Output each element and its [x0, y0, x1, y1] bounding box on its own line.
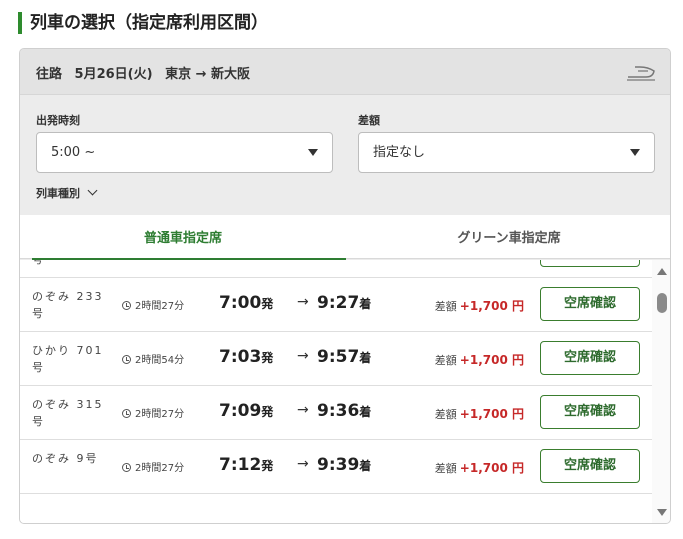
price-diff-amount: +1,700 円 [459, 353, 524, 367]
arrow-right-icon: → [297, 402, 309, 418]
arrow-right-icon: → [297, 348, 309, 364]
departure-time-value: 7:12 [219, 455, 262, 475]
check-availability-button[interactable]: 空席確認 [540, 260, 640, 267]
seat-class-tabs: 普通車指定席 グリーン車指定席 [20, 215, 670, 260]
duration-text: 2時間27分 [135, 409, 185, 420]
duration: 2時間54分 [122, 351, 184, 366]
train-name: ひかり 701号 [32, 344, 104, 374]
departure-time-value: 5:00 ~ [51, 145, 96, 160]
arrival-time: 9:57着 [317, 347, 371, 367]
dropdown-caret-icon [308, 149, 318, 156]
departure-time: 7:09発 [219, 401, 273, 421]
price-diff-value: 指定なし [373, 145, 426, 160]
price-diff-label: 差額 [434, 408, 457, 421]
route-date: 5月26日(火) [74, 67, 153, 82]
train-name: のぞみ 315号 [32, 398, 104, 428]
price-diff: 差額 +1,700 円 [435, 351, 524, 368]
departure-suffix: 発 [261, 297, 274, 311]
price-diff-label: 差額 [434, 462, 457, 475]
train-selection-panel: 往路 5月26日(火) 東京 → 新大阪 出発時刻 5:00 ~ 差額 指定なし… [19, 48, 671, 524]
train-list: こだま 803号3時間54分6:57発→10:51着差額0 円空席確認のぞみ 2… [20, 260, 652, 523]
check-availability-button[interactable]: 空席確認 [540, 341, 640, 375]
tab-green-reserved[interactable]: グリーン車指定席 [346, 215, 670, 259]
price-diff-label: 差額 [358, 114, 380, 127]
check-availability-button[interactable]: 空席確認 [540, 449, 640, 483]
chevron-down-icon [87, 185, 98, 196]
check-availability-button[interactable]: 空席確認 [540, 287, 640, 321]
check-availability-button[interactable]: 空席確認 [540, 395, 640, 429]
clock-icon [122, 409, 131, 418]
arrival-suffix: 着 [359, 297, 372, 311]
departure-time-select[interactable]: 5:00 ~ [36, 132, 333, 173]
departure-time: 7:00発 [219, 293, 273, 313]
price-diff-select[interactable]: 指定なし [358, 132, 655, 173]
route-summary-bar: 往路 5月26日(火) 東京 → 新大阪 [20, 49, 670, 95]
duration-text: 2時間54分 [135, 355, 185, 366]
train-row: のぞみ 233号 2時間27分 7:00発 → 9:27着 差額 +1,700 円空席確認 [20, 278, 652, 332]
route-direction: 往路 [36, 67, 63, 82]
page-title: 列車の選択（指定席利用区間） [18, 12, 268, 34]
route-segment: 東京 → 新大阪 [165, 67, 251, 82]
duration: 2時間27分 [122, 459, 184, 474]
scroll-thumb[interactable] [657, 293, 667, 313]
train-row: こだま 803号3時間54分6:57発→10:51着差額0 円空席確認 [20, 260, 652, 278]
arrival-time-value: 9:57 [317, 347, 360, 367]
train-row: ひかり 701号 2時間54分 7:03発 → 9:57着 差額 +1,700 円空席確認 [20, 332, 652, 386]
price-diff-amount: +1,700 円 [459, 407, 524, 421]
departure-suffix: 発 [261, 459, 274, 473]
tab-ordinary-reserved[interactable]: 普通車指定席 [20, 215, 346, 260]
train-name: のぞみ 9号 [32, 452, 99, 465]
price-diff-label: 差額 [434, 300, 457, 313]
dropdown-caret-icon [630, 149, 640, 156]
train-row: のぞみ 9号 2時間27分 7:12発 → 9:39着 差額 +1,700 円空席確認 [20, 440, 652, 494]
arrival-time: 9:27着 [317, 293, 371, 313]
arrival-suffix: 着 [359, 405, 372, 419]
filter-area: 出発時刻 5:00 ~ 差額 指定なし [20, 95, 670, 213]
arrival-time: 9:39着 [317, 455, 371, 475]
departure-suffix: 発 [261, 351, 274, 365]
train-row: のぞみ 315号 2時間27分 7:09発 → 9:36着 差額 +1,700 円空席確認 [20, 386, 652, 440]
arrival-time-value: 9:39 [317, 455, 360, 475]
departure-time: 7:12発 [219, 455, 273, 475]
arrival-time: 9:36着 [317, 401, 371, 421]
clock-icon [122, 355, 131, 364]
duration-text: 2時間27分 [135, 301, 185, 312]
departure-time-value: 7:09 [219, 401, 262, 421]
price-diff-label: 差額 [434, 354, 457, 367]
arrow-right-icon: → [297, 294, 309, 310]
route-summary: 往路 5月26日(火) 東京 → 新大阪 [36, 63, 258, 82]
arrival-time-value: 9:36 [317, 401, 360, 421]
arrival-time-value: 9:27 [317, 293, 360, 313]
train-icon [627, 66, 655, 81]
price-diff-amount: +1,700 円 [459, 461, 524, 475]
duration-text: 2時間27分 [135, 463, 185, 474]
price-diff: 差額 +1,700 円 [435, 405, 524, 422]
list-scrollbar[interactable] [652, 260, 670, 523]
arrival-suffix: 着 [359, 351, 372, 365]
arrow-right-icon: → [297, 456, 309, 472]
train-name: のぞみ 233号 [32, 290, 104, 320]
departure-time: 7:03発 [219, 347, 273, 367]
price-diff: 差額 +1,700 円 [435, 297, 524, 314]
duration: 2時間27分 [122, 297, 184, 312]
scroll-up-arrow-icon[interactable] [657, 268, 667, 275]
scroll-down-arrow-icon[interactable] [657, 509, 667, 516]
train-type-label: 列車種別 [36, 187, 80, 200]
departure-suffix: 発 [261, 405, 274, 419]
duration: 2時間27分 [122, 405, 184, 420]
price-diff-amount: +1,700 円 [459, 299, 524, 313]
train-name: こだま 803号 [32, 260, 114, 268]
departure-time-value: 7:03 [219, 347, 262, 367]
train-type-toggle[interactable]: 列車種別 [36, 185, 98, 201]
departure-time-label: 出発時刻 [36, 114, 80, 127]
departure-time-value: 7:00 [219, 293, 262, 313]
clock-icon [122, 463, 131, 472]
arrival-suffix: 着 [359, 459, 372, 473]
price-diff: 差額 +1,700 円 [435, 459, 524, 476]
clock-icon [122, 301, 131, 310]
